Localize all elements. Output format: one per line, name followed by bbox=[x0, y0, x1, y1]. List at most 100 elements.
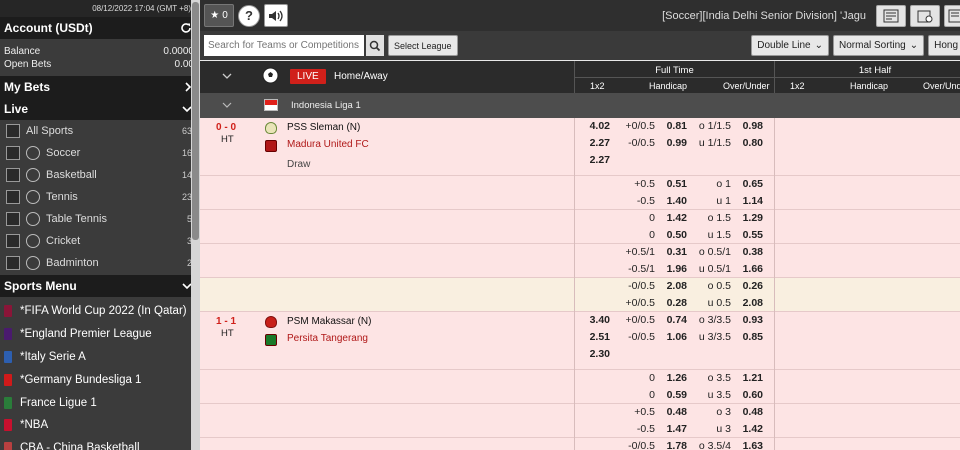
select-league-button[interactable]: Select League bbox=[388, 35, 458, 56]
ou-odds[interactable]: 0.60 bbox=[743, 389, 763, 401]
live-header[interactable]: Live bbox=[0, 98, 200, 120]
ou-odds[interactable]: 1.66 bbox=[743, 263, 763, 275]
checkbox[interactable] bbox=[6, 212, 20, 226]
ou-odds[interactable]: 1.29 bbox=[743, 212, 763, 224]
sport-item[interactable]: Table Tennis 5 bbox=[0, 208, 200, 230]
sport-item[interactable]: Cricket 3 bbox=[0, 230, 200, 252]
odds-type-dropdown[interactable]: Hong bbox=[928, 35, 960, 56]
sports-menu-item[interactable]: *Germany Bundesliga 1 bbox=[0, 368, 200, 391]
sports-menu-header[interactable]: Sports Menu bbox=[0, 275, 200, 297]
favorites-count: 0 bbox=[222, 10, 228, 21]
ou-odds[interactable]: 1.42 bbox=[743, 423, 763, 435]
handicap-odds[interactable]: 0.28 bbox=[667, 297, 687, 309]
chevron-down-icon: ⌄ bbox=[909, 40, 919, 51]
handicap-odds[interactable]: 0.99 bbox=[667, 137, 687, 149]
checkbox[interactable] bbox=[6, 234, 20, 248]
draw-label: Draw bbox=[287, 159, 311, 170]
handicap-odds[interactable]: 0.74 bbox=[667, 314, 687, 326]
away-team-name[interactable]: Persita Tangerang bbox=[287, 333, 368, 344]
checkbox[interactable] bbox=[6, 146, 20, 160]
account-header[interactable]: Account (USDt) bbox=[0, 17, 200, 39]
handicap-odds[interactable]: 0.31 bbox=[667, 246, 687, 258]
scrollbar-thumb[interactable] bbox=[192, 2, 199, 240]
sport-item[interactable]: Badminton 2 bbox=[0, 252, 200, 274]
handicap-odds[interactable]: 1.96 bbox=[667, 263, 687, 275]
handicap-line: +0.5 bbox=[634, 178, 655, 190]
handicap-odds[interactable]: 0.50 bbox=[667, 229, 687, 241]
handicap-odds[interactable]: 0.59 bbox=[667, 389, 687, 401]
sports-menu-item[interactable]: *England Premier League bbox=[0, 323, 200, 346]
chevron-down-icon[interactable] bbox=[222, 102, 232, 109]
away-team-name[interactable]: Madura United FC bbox=[287, 139, 369, 150]
league-name: France Ligue 1 bbox=[20, 396, 97, 409]
sidebar: 08/12/2022 17:04 (GMT +8) Account (USDt)… bbox=[0, 0, 200, 450]
league-row[interactable]: Indonesia Liga 1 bbox=[200, 93, 960, 118]
sports-menu-item[interactable]: *NBA bbox=[0, 414, 200, 437]
handicap-odds[interactable]: 1.06 bbox=[667, 331, 687, 343]
handicap-odds[interactable]: 1.47 bbox=[667, 423, 687, 435]
1x2-odds[interactable]: 2.27 bbox=[590, 154, 610, 166]
results-button[interactable] bbox=[944, 4, 960, 27]
ou-line: u 1.5 bbox=[707, 229, 731, 241]
ou-odds[interactable]: 1.63 bbox=[743, 440, 763, 450]
handicap-odds[interactable]: 0.51 bbox=[667, 178, 687, 190]
sidebar-scrollbar[interactable] bbox=[191, 0, 200, 450]
checkbox[interactable] bbox=[6, 256, 20, 270]
ou-odds[interactable]: 1.14 bbox=[743, 195, 763, 207]
soccer-icon bbox=[26, 146, 40, 160]
chevron-down-icon[interactable] bbox=[222, 72, 232, 80]
handicap-odds[interactable]: 0.48 bbox=[667, 406, 687, 418]
my-bets-header[interactable]: My Bets bbox=[0, 76, 200, 98]
ou-odds[interactable]: 0.26 bbox=[743, 280, 763, 292]
sports-menu-item[interactable]: *Italy Serie A bbox=[0, 346, 200, 369]
1x2-odds[interactable]: 2.51 bbox=[590, 331, 610, 343]
ou-odds[interactable]: 0.85 bbox=[743, 331, 763, 343]
ou-odds[interactable]: 1.21 bbox=[743, 372, 763, 384]
ou-odds[interactable]: 0.55 bbox=[743, 229, 763, 241]
ou-odds[interactable]: 0.93 bbox=[743, 314, 763, 326]
1x2-odds[interactable]: 2.27 bbox=[590, 137, 610, 149]
handicap-odds[interactable]: 1.78 bbox=[667, 440, 687, 450]
ou-odds[interactable]: 0.98 bbox=[743, 120, 763, 132]
home-team-name[interactable]: PSS Sleman (N) bbox=[287, 122, 360, 133]
handicap-odds[interactable]: 1.26 bbox=[667, 372, 687, 384]
calendar-button[interactable] bbox=[910, 4, 940, 27]
help-button[interactable]: ? bbox=[238, 4, 260, 27]
checkbox[interactable] bbox=[6, 168, 20, 182]
checkbox[interactable] bbox=[6, 190, 20, 204]
sports-menu-item[interactable]: France Ligue 1 bbox=[0, 391, 200, 414]
1x2-odds[interactable]: 3.40 bbox=[590, 314, 610, 326]
sorting-dropdown[interactable]: Normal Sorting ⌄ bbox=[833, 35, 925, 56]
sport-name: Badminton bbox=[46, 257, 99, 269]
ou-line: o 1 bbox=[716, 178, 731, 190]
1x2-odds[interactable]: 4.02 bbox=[590, 120, 610, 132]
search-input[interactable] bbox=[204, 35, 364, 56]
line-mode-dropdown[interactable]: Double Line ⌄ bbox=[751, 35, 829, 56]
sport-item[interactable]: Basketball 14 bbox=[0, 164, 200, 186]
odds-line-row bbox=[200, 438, 960, 450]
handicap-odds[interactable]: 1.42 bbox=[667, 212, 687, 224]
sport-item[interactable]: Soccer 16 bbox=[0, 142, 200, 164]
sound-button[interactable] bbox=[264, 4, 288, 27]
ou-odds[interactable]: 0.80 bbox=[743, 137, 763, 149]
sport-item[interactable]: All Sports 63 bbox=[0, 120, 200, 142]
ou-odds[interactable]: 0.48 bbox=[743, 406, 763, 418]
favorites-button[interactable]: ★ 0 bbox=[204, 4, 234, 27]
sport-item[interactable]: Tennis 23 bbox=[0, 186, 200, 208]
sports-menu-item[interactable]: *FIFA World Cup 2022 (In Qatar) bbox=[0, 300, 200, 323]
handicap-odds[interactable]: 2.08 bbox=[667, 280, 687, 292]
handicap-odds[interactable]: 0.81 bbox=[667, 120, 687, 132]
betslip-button[interactable] bbox=[876, 4, 906, 27]
sports-menu-item[interactable]: CBA - China Basketball bbox=[0, 437, 200, 450]
checkbox[interactable] bbox=[6, 124, 20, 138]
home-team-name[interactable]: PSM Makassar (N) bbox=[287, 316, 371, 327]
handicap-odds[interactable]: 1.40 bbox=[667, 195, 687, 207]
ou-odds[interactable]: 0.38 bbox=[743, 246, 763, 258]
ou-odds[interactable]: 0.65 bbox=[743, 178, 763, 190]
league-logo-icon bbox=[4, 442, 12, 450]
search-button[interactable] bbox=[366, 35, 384, 56]
1x2-odds[interactable]: 2.30 bbox=[590, 348, 610, 360]
ou-odds[interactable]: 2.08 bbox=[743, 297, 763, 309]
ou-line: o 1/1.5 bbox=[698, 120, 731, 132]
handicap-line: +0.5/1 bbox=[625, 246, 656, 258]
